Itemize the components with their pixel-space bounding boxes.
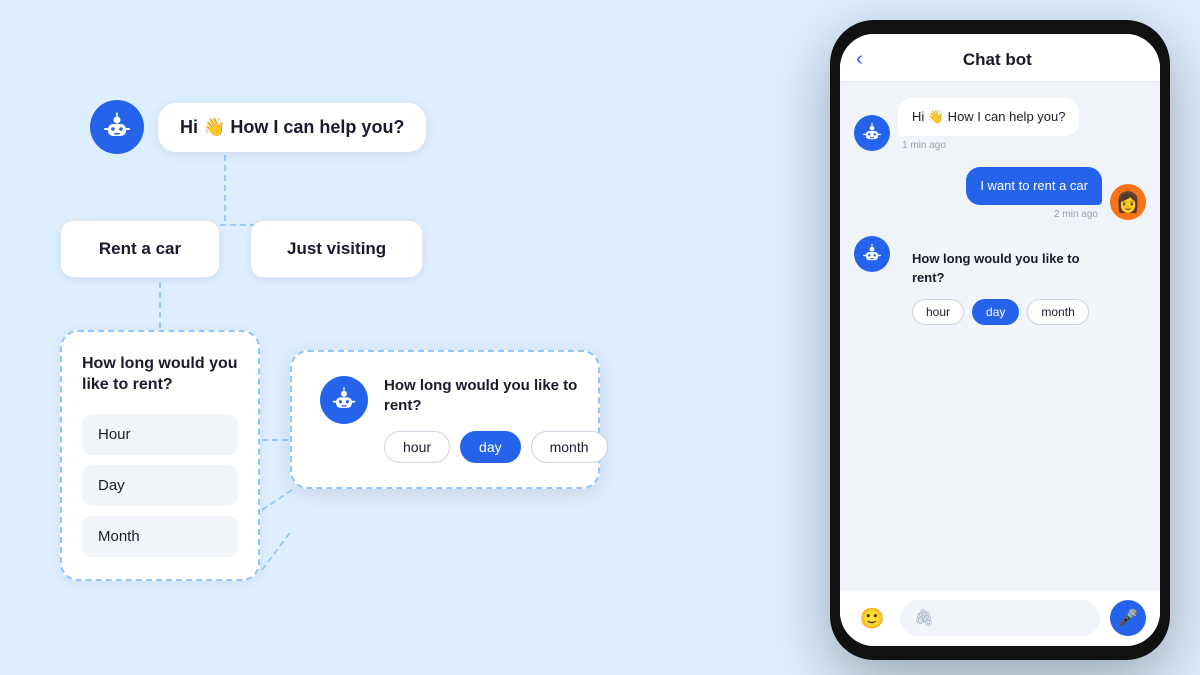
rent-option-day[interactable]: Day [82,465,238,506]
bot-avatar-howlong [320,376,368,424]
pill-month-diagram[interactable]: month [531,431,608,463]
how-long-card-content: How long would you like to rent? hour da… [384,376,608,463]
robot-chat-icon [861,122,883,144]
how-long-question: How long would you like to rent? [384,376,608,417]
phone-title: Chat bot [875,50,1120,70]
phone-howlong-question: How long would you like to rent? [912,250,1104,286]
message-input[interactable]: 🖇 [900,600,1100,636]
phone-pill-day[interactable]: day [972,299,1019,325]
phone-howlong-body: How long would you like to rent? hour da… [898,236,1118,338]
robot-icon-sm [330,386,358,414]
phone-screen: ‹ Chat bot [840,34,1160,646]
paperclip-icon: 🖇 [914,608,934,628]
how-long-card-diagram: How long would you like to rent? hour da… [290,350,600,489]
bot-msg-time-1: 1 min ago [898,140,1079,151]
mic-button[interactable]: 🎤 [1110,600,1146,636]
just-visiting-button[interactable]: Just visiting [250,220,423,278]
greeting-bubble: Hi 👋 How I can help you? [158,103,426,152]
bot-bubble-1: Hi 👋 How I can help you? [898,98,1079,136]
greeting-row: Hi 👋 How I can help you? [90,100,426,154]
rent-card-title: How long would you like to rent? [82,354,238,396]
phone-header: ‹ Chat bot [840,34,1160,82]
bot-avatar-chat1 [854,115,890,151]
chat-area: Hi 👋 How I can help you? 1 min ago I wan… [840,82,1160,589]
phone-pills: hour day month [912,299,1104,325]
phone-pill-month[interactable]: month [1027,299,1088,325]
phone-pill-hour[interactable]: hour [912,299,964,325]
robot-icon [101,111,133,143]
mic-icon: 🎤 [1118,608,1138,628]
phone-shell: ‹ Chat bot [830,20,1170,660]
user-msg-time-1: 2 min ago [966,209,1102,220]
phone-wrapper: ‹ Chat bot [830,20,1170,660]
back-button[interactable]: ‹ [856,48,863,71]
options-row: Rent a car Just visiting [60,220,423,278]
how-long-pills: hour day month [384,431,608,463]
robot-chat-icon-2 [861,243,883,265]
user-avatar: 👩 [1110,184,1146,220]
bot-avatar-diagram [90,100,144,154]
emoji-button[interactable]: 🙂 [854,600,890,636]
greeting-text: Hi 👋 How I can help you? [180,117,404,137]
user-message-1: I want to rent a car 2 min ago 👩 [854,167,1146,220]
rent-card: How long would you like to rent? Hour Da… [60,330,260,581]
bot-howlong-card: How long would you like to rent? hour da… [854,236,1146,338]
pill-day-diagram[interactable]: day [460,431,521,463]
rent-car-button[interactable]: Rent a car [60,220,220,278]
pill-hour-diagram[interactable]: hour [384,431,450,463]
user-msg-content-1: I want to rent a car 2 min ago [966,167,1102,220]
rent-option-hour[interactable]: Hour [82,414,238,455]
rent-option-month[interactable]: Month [82,516,238,557]
bot-avatar-chat2 [854,236,890,272]
diagram: Hi 👋 How I can help you? Rent a car Just… [30,60,610,640]
user-bubble-1: I want to rent a car [966,167,1102,205]
phone-bottom-bar: 🙂 🖇 🎤 [840,589,1160,646]
bot-msg-content-1: Hi 👋 How I can help you? 1 min ago [898,98,1079,151]
bot-message-1: Hi 👋 How I can help you? 1 min ago [854,98,1146,151]
